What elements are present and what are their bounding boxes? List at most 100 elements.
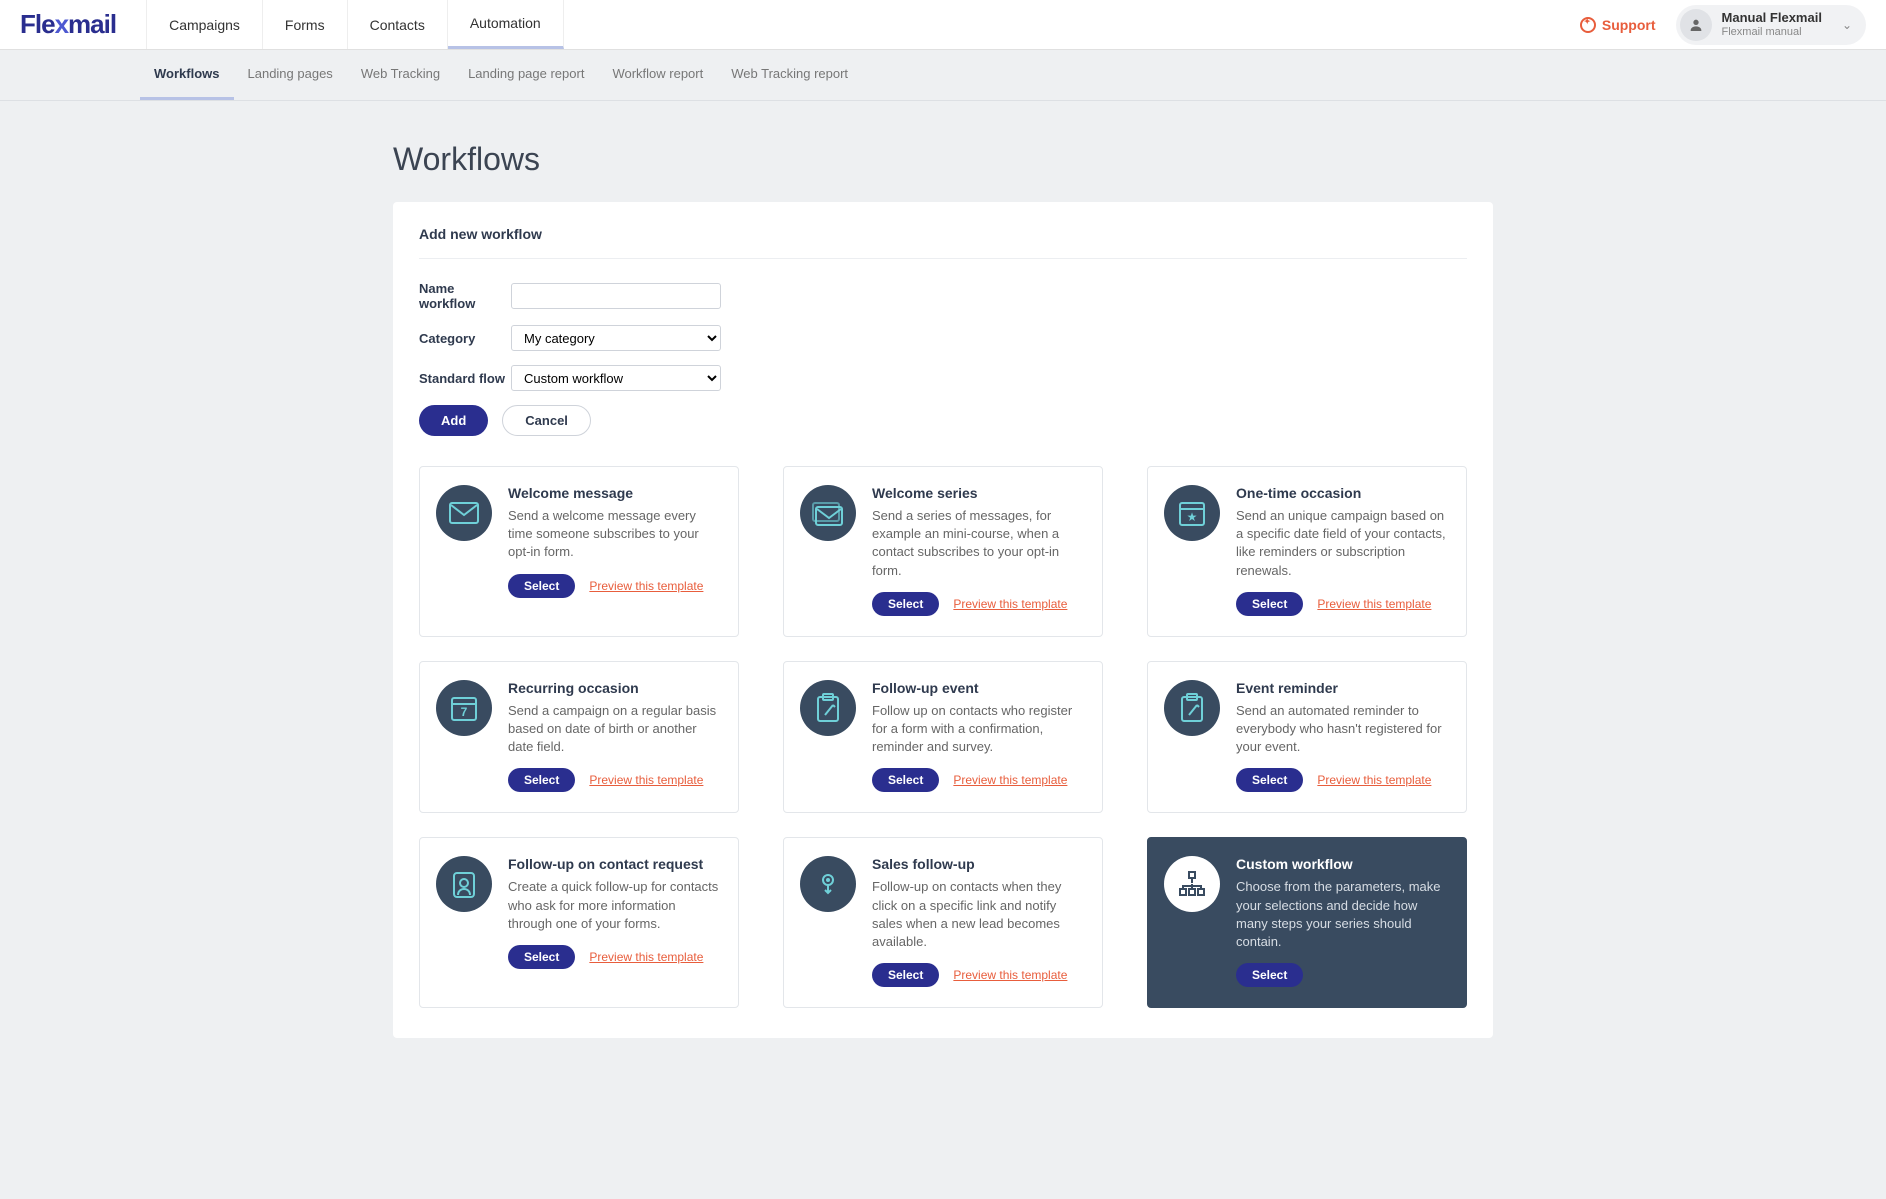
subnav-item-workflow-report[interactable]: Workflow report [598,50,717,100]
card-actions: Select Preview this template [1236,768,1450,792]
card-desc: Choose from the parameters, make your se… [1236,878,1450,951]
card-actions: Select [1236,963,1450,987]
template-card: 7 Recurring occasion Send a campaign on a … [419,661,739,814]
card-body: Sales follow-up Follow-up on contacts whe… [872,856,1086,987]
card-actions: Select Preview this template [508,768,722,792]
card-actions: Select Preview this template [872,963,1086,987]
card-body: Recurring occasion Send a campaign on a r… [508,680,722,793]
template-card: Welcome series Send a series of messages,… [783,466,1103,637]
card-title: Follow-up on contact request [508,856,722,872]
divider [419,258,1467,259]
subnav-item-landing-pages[interactable]: Landing pages [234,50,347,100]
topnav-item-contacts[interactable]: Contacts [348,0,448,49]
clipboard-icon [800,680,856,736]
logo: Flexmail [20,9,116,40]
page-title: Workflows [393,141,1493,178]
chevron-down-icon: ⌄ [1842,18,1852,32]
card-desc: Follow-up on contacts when they click on… [872,878,1086,951]
user-name: Manual Flexmail [1722,10,1822,26]
panel-heading: Add new workflow [419,226,1467,242]
card-actions: Select Preview this template [508,574,722,598]
name-input[interactable] [511,283,721,309]
template-card: Follow-up eventFollow up on contacts who… [783,661,1103,814]
template-card: ★ One-time occasionSend an unique campaig… [1147,466,1467,637]
subnav-item-web-tracking[interactable]: Web Tracking [347,50,454,100]
category-select[interactable]: My category [511,325,721,351]
select-button[interactable]: Select [872,768,939,792]
card-body: Follow-up on contact request Create a qui… [508,856,722,987]
card-title: Welcome message [508,485,722,501]
standard-flow-select[interactable]: Custom workflow [511,365,721,391]
top-nav: Flexmail CampaignsFormsContactsAutomatio… [0,0,1886,50]
preview-link[interactable]: Preview this template [953,968,1067,982]
subnav-item-workflows[interactable]: Workflows [140,50,234,100]
calendar-star-icon: ★ [1164,485,1220,541]
subnav-item-web-tracking-report[interactable]: Web Tracking report [717,50,862,100]
card-title: Follow-up event [872,680,1086,696]
card-title: Welcome series [872,485,1086,501]
preview-link[interactable]: Preview this template [589,773,703,787]
select-button[interactable]: Select [508,574,575,598]
preview-link[interactable]: Preview this template [1317,597,1431,611]
card-desc: Send a campaign on a regular basis based… [508,702,722,757]
svg-text:7: 7 [461,705,468,719]
card-actions: Select Preview this template [872,592,1086,616]
card-desc: Send a series of messages, for example a… [872,507,1086,580]
select-button[interactable]: Select [1236,963,1303,987]
topnav-item-forms[interactable]: Forms [263,0,348,49]
card-title: Recurring occasion [508,680,722,696]
topnav-item-automation[interactable]: Automation [448,0,564,49]
clipboard-icon [1164,680,1220,736]
envelope-icon [436,485,492,541]
select-button[interactable]: Select [508,945,575,969]
support-link[interactable]: Support [1580,17,1656,33]
card-body: Event reminderSend an automated reminder… [1236,680,1450,793]
preview-link[interactable]: Preview this template [589,950,703,964]
select-button[interactable]: Select [508,768,575,792]
card-actions: Select Preview this template [508,945,722,969]
select-button[interactable]: Select [1236,592,1303,616]
card-body: One-time occasionSend an unique campaign… [1236,485,1450,616]
select-button[interactable]: Select [872,592,939,616]
card-body: Welcome series Send a series of messages,… [872,485,1086,616]
add-workflow-panel: Add new workflow Name workflow Category … [393,202,1493,1038]
card-desc: Send an automated reminder to everybody … [1236,702,1450,757]
preview-link[interactable]: Preview this template [953,597,1067,611]
page: Workflows Add new workflow Name workflow… [393,101,1493,1098]
form-row-category: Category My category [419,325,1467,351]
template-card: Follow-up on contact request Create a qui… [419,837,739,1008]
card-desc: Create a quick follow-up for contacts wh… [508,878,722,933]
card-body: Welcome messageSend a welcome message ev… [508,485,722,616]
user-text: Manual Flexmail Flexmail manual [1722,10,1822,39]
envelopes-icon [800,485,856,541]
template-card: Sales follow-up Follow-up on contacts whe… [783,837,1103,1008]
user-icon [1688,17,1704,33]
subnav-item-landing-page-report[interactable]: Landing page report [454,50,598,100]
topnav-item-campaigns[interactable]: Campaigns [146,0,263,49]
select-button[interactable]: Select [1236,768,1303,792]
card-body: Follow-up eventFollow up on contacts who… [872,680,1086,793]
person-badge-icon [436,856,492,912]
preview-link[interactable]: Preview this template [953,773,1067,787]
cancel-button[interactable]: Cancel [502,405,591,436]
pointer-icon [800,856,856,912]
user-menu[interactable]: Manual Flexmail Flexmail manual ⌄ [1676,5,1866,45]
card-title: Sales follow-up [872,856,1086,872]
sub-nav: WorkflowsLanding pagesWeb TrackingLandin… [0,50,1886,101]
card-body: Custom workflow Choose from the parameter… [1236,856,1450,987]
lifebuoy-icon [1580,17,1596,33]
template-card: Event reminderSend an automated reminder… [1147,661,1467,814]
support-label: Support [1602,17,1656,33]
category-label: Category [419,331,511,346]
select-button[interactable]: Select [872,963,939,987]
preview-link[interactable]: Preview this template [1317,773,1431,787]
card-title: Custom workflow [1236,856,1450,872]
add-button[interactable]: Add [419,405,488,436]
template-card: Custom workflow Choose from the parameter… [1147,837,1467,1008]
preview-link[interactable]: Preview this template [589,579,703,593]
form-row-standard-flow: Standard flow Custom workflow [419,365,1467,391]
card-actions: Select Preview this template [872,768,1086,792]
name-label: Name workflow [419,281,511,311]
topnav-items: CampaignsFormsContactsAutomation [146,0,564,49]
calendar-7-icon: 7 [436,680,492,736]
